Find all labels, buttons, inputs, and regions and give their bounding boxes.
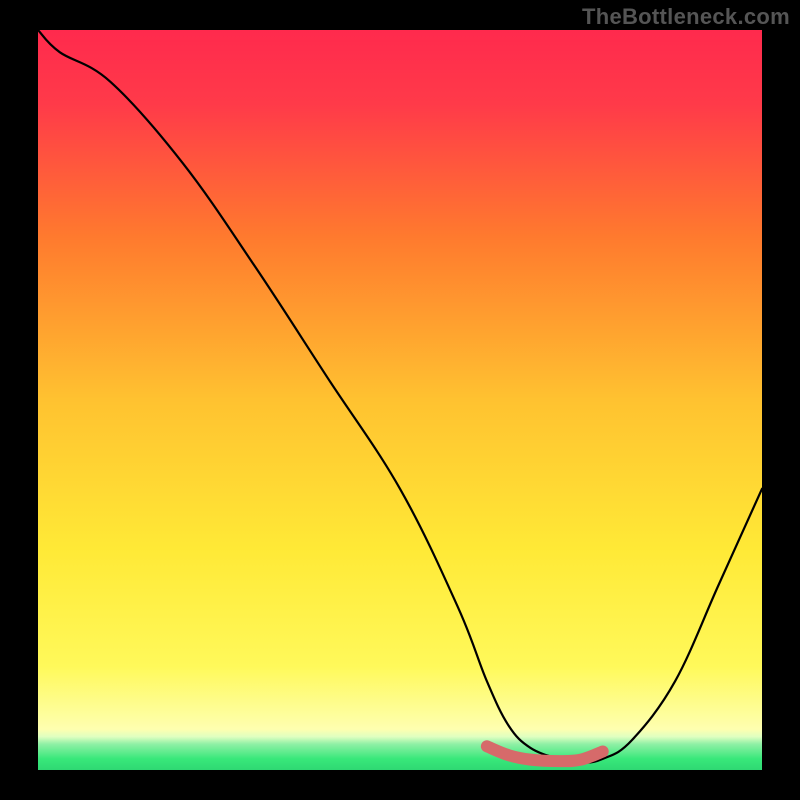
gradient-background bbox=[38, 30, 762, 770]
plot-area bbox=[38, 30, 762, 770]
chart-container: TheBottleneck.com bbox=[0, 0, 800, 800]
chart-svg bbox=[38, 30, 762, 770]
watermark-text: TheBottleneck.com bbox=[582, 4, 790, 30]
